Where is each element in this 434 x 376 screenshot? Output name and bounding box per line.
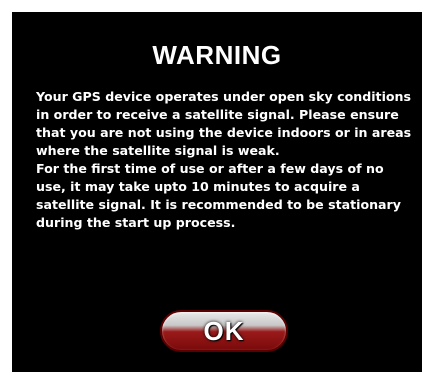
ok-button-label: OK (203, 315, 245, 346)
message-paragraph-first-use: For the first time of use or after a few… (36, 161, 401, 230)
warning-dialog: WARNING Your GPS device operates under o… (12, 12, 422, 372)
message-paragraph-gps: Your GPS device operates under open sky … (36, 89, 412, 158)
warning-message: Your GPS device operates under open sky … (36, 88, 416, 232)
ok-button[interactable]: OK (160, 310, 288, 352)
dialog-title: WARNING (152, 40, 282, 70)
